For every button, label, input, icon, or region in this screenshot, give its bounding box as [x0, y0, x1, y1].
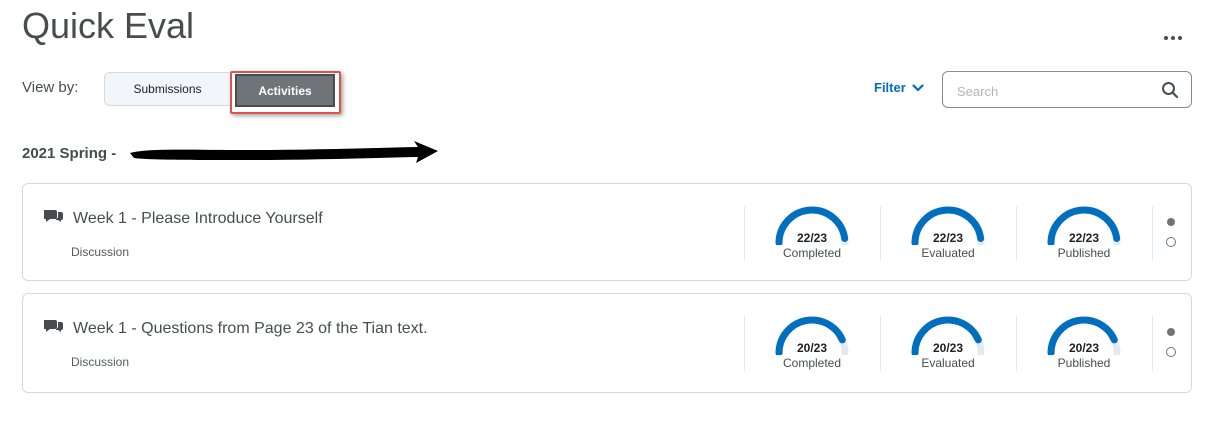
evaluated-count: 20/23 — [932, 341, 964, 355]
semester-heading: 2021 Spring - — [22, 145, 117, 162]
more-icon — [1164, 36, 1182, 40]
activity-type: Discussion — [71, 245, 130, 259]
activity-card[interactable]: Week 1 - Please Introduce Yourself Discu… — [22, 183, 1192, 281]
activity-title[interactable]: Week 1 - Please Introduce Yourself — [73, 210, 323, 228]
more-options-button[interactable] — [1158, 24, 1188, 50]
published-label: Published — [1057, 356, 1111, 370]
evaluated-label: Evaluated — [921, 246, 975, 260]
completed-label: Completed — [782, 246, 842, 260]
search-input[interactable] — [955, 80, 1154, 102]
divider — [880, 316, 881, 371]
activity-card[interactable]: Week 1 - Questions from Page 23 of the T… — [22, 293, 1192, 393]
divider — [1152, 316, 1153, 371]
divider — [744, 316, 745, 371]
completed-gauge[interactable]: 22/23 Completed — [772, 205, 852, 265]
page-indicator-inactive[interactable] — [1166, 347, 1176, 357]
redaction-scribble — [130, 141, 438, 163]
search-field[interactable] — [942, 71, 1192, 108]
evaluated-count: 22/23 — [932, 231, 964, 245]
filter-label: Filter — [874, 80, 906, 95]
divider — [880, 206, 881, 261]
completed-label: Completed — [782, 356, 842, 370]
chevron-down-icon — [912, 83, 924, 91]
discussion-icon — [44, 320, 63, 332]
page-indicator-active[interactable] — [1167, 328, 1175, 336]
page-indicator-inactive[interactable] — [1166, 237, 1176, 247]
evaluated-label: Evaluated — [921, 356, 975, 370]
completed-count: 20/23 — [796, 341, 828, 355]
evaluated-gauge[interactable]: 20/23 Evaluated — [908, 315, 988, 375]
published-gauge[interactable]: 20/23 Published — [1044, 315, 1124, 375]
completed-count: 22/23 — [796, 231, 828, 245]
published-count: 22/23 — [1068, 231, 1100, 245]
completed-gauge[interactable]: 20/23 Completed — [772, 315, 852, 375]
activities-tab[interactable]: Activities — [235, 74, 335, 107]
published-count: 20/23 — [1068, 341, 1100, 355]
activity-type: Discussion — [71, 355, 130, 369]
divider — [1152, 206, 1153, 261]
page-indicator-active[interactable] — [1167, 218, 1175, 226]
view-by-label: View by: — [22, 79, 79, 96]
divider — [1016, 206, 1017, 261]
divider — [744, 206, 745, 261]
search-icon[interactable] — [1161, 81, 1179, 99]
published-gauge[interactable]: 22/23 Published — [1044, 205, 1124, 265]
published-label: Published — [1057, 246, 1111, 260]
submissions-tab[interactable]: Submissions — [104, 72, 230, 106]
page-title: Quick Eval — [22, 5, 195, 46]
filter-button[interactable]: Filter — [874, 80, 924, 95]
evaluated-gauge[interactable]: 22/23 Evaluated — [908, 205, 988, 265]
activity-title[interactable]: Week 1 - Questions from Page 23 of the T… — [73, 320, 428, 338]
discussion-icon — [44, 210, 63, 222]
divider — [1016, 316, 1017, 371]
